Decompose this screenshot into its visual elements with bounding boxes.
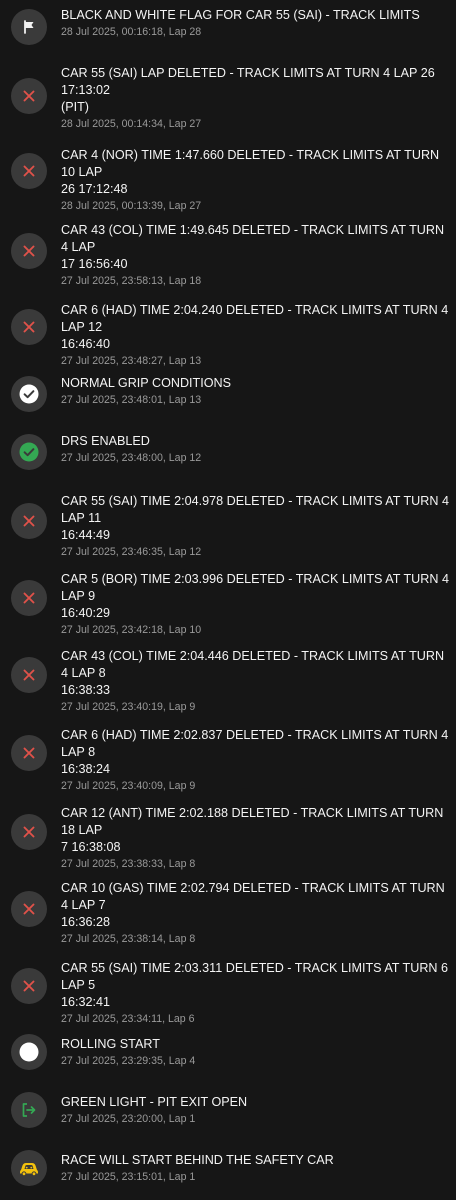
feed-item-timestamp: 27 Jul 2025, 23:46:35, Lap 12: [61, 546, 202, 558]
feed-item-message: CAR 55 (SAI) TIME 2:04.978 DELETED - TRA…: [61, 494, 449, 542]
feed-item-timestamp: 27 Jul 2025, 23:42:18, Lap 10: [61, 624, 202, 636]
x-icon: [11, 580, 47, 616]
race-control-feed: BLACK AND WHITE FLAG FOR CAR 55 (SAI) - …: [0, 0, 456, 1200]
feed-item-message: RACE WILL START BEHIND THE SAFETY CAR: [61, 1153, 334, 1167]
x-icon: [11, 503, 47, 539]
check-circle-icon: [11, 376, 47, 412]
feed-item-text: DRS ENABLED 27 Jul 2025, 23:48:00, Lap 12: [61, 433, 453, 465]
x-icon: [11, 735, 47, 771]
x-icon: [11, 814, 47, 850]
feed-item-timestamp: 27 Jul 2025, 23:38:33, Lap 8: [61, 858, 196, 870]
circle-icon: [11, 1034, 47, 1070]
feed-item-message: CAR 4 (NOR) TIME 1:47.660 DELETED - TRAC…: [61, 148, 440, 196]
feed-item-message: CAR 43 (COL) TIME 1:49.645 DELETED - TRA…: [61, 223, 445, 271]
feed-item-text: ROLLING START 27 Jul 2025, 23:29:35, Lap …: [61, 1036, 453, 1068]
feed-item-message: BLACK AND WHITE FLAG FOR CAR 55 (SAI) - …: [61, 8, 420, 22]
x-icon: [11, 233, 47, 269]
check-circle-green-icon: [11, 434, 47, 470]
feed-item-timestamp: 27 Jul 2025, 23:48:01, Lap 13: [61, 394, 202, 406]
feed-item-message: CAR 55 (SAI) TIME 2:03.311 DELETED - TRA…: [61, 961, 449, 1009]
feed-item-text: CAR 55 (SAI) LAP DELETED - TRACK LIMITS …: [61, 65, 453, 131]
feed-item-timestamp: 27 Jul 2025, 23:38:14, Lap 8: [61, 933, 196, 945]
feed-item-message: CAR 43 (COL) TIME 2:04.446 DELETED - TRA…: [61, 649, 445, 697]
feed-item-text: CAR 43 (COL) TIME 2:04.446 DELETED - TRA…: [61, 648, 453, 714]
flag-icon: [11, 9, 47, 45]
feed-item-message: NORMAL GRIP CONDITIONS: [61, 376, 232, 390]
feed-item-text: CAR 55 (SAI) TIME 2:04.978 DELETED - TRA…: [61, 493, 453, 559]
feed-item-text: CAR 5 (BOR) TIME 2:03.996 DELETED - TRAC…: [61, 571, 453, 637]
feed-item-timestamp: 27 Jul 2025, 23:48:27, Lap 13: [61, 355, 202, 367]
feed-item-text: CAR 55 (SAI) TIME 2:03.311 DELETED - TRA…: [61, 960, 453, 1026]
feed-item-message: DRS ENABLED: [61, 434, 150, 448]
feed-item-timestamp: 28 Jul 2025, 00:14:34, Lap 27: [61, 118, 202, 130]
feed-item-text: NORMAL GRIP CONDITIONS 27 Jul 2025, 23:48…: [61, 375, 453, 407]
feed-item-timestamp: 27 Jul 2025, 23:15:01, Lap 1: [61, 1171, 196, 1183]
feed-item-timestamp: 27 Jul 2025, 23:48:00, Lap 12: [61, 452, 202, 464]
feed-item-timestamp: 28 Jul 2025, 00:13:39, Lap 27: [61, 200, 202, 212]
x-icon: [11, 78, 47, 114]
feed-item-text: CAR 43 (COL) TIME 1:49.645 DELETED - TRA…: [61, 222, 453, 288]
feed-item-text: RACE WILL START BEHIND THE SAFETY CAR 27 …: [61, 1152, 453, 1184]
feed-item-timestamp: 27 Jul 2025, 23:40:09, Lap 9: [61, 780, 196, 792]
x-icon: [11, 657, 47, 693]
feed-item-message: CAR 6 (HAD) TIME 2:04.240 DELETED - TRAC…: [61, 303, 449, 351]
pit-exit-icon: [11, 1092, 47, 1128]
feed-item-message: CAR 6 (HAD) TIME 2:02.837 DELETED - TRAC…: [61, 728, 449, 776]
feed-item-message: CAR 12 (ANT) TIME 2:02.188 DELETED - TRA…: [61, 806, 444, 854]
feed-item-timestamp: 27 Jul 2025, 23:34:11, Lap 6: [61, 1013, 195, 1025]
feed-item-message: CAR 5 (BOR) TIME 2:03.996 DELETED - TRAC…: [61, 572, 449, 620]
x-icon: [11, 153, 47, 189]
feed-item-text: GREEN LIGHT - PIT EXIT OPEN 27 Jul 2025, …: [61, 1094, 453, 1126]
feed-item-timestamp: 27 Jul 2025, 23:20:00, Lap 1: [61, 1113, 196, 1125]
feed-item-message: ROLLING START: [61, 1037, 160, 1051]
feed-item-text: CAR 6 (HAD) TIME 2:04.240 DELETED - TRAC…: [61, 302, 453, 368]
safety-car-icon: [11, 1150, 47, 1186]
feed-item-message: CAR 10 (GAS) TIME 2:02.794 DELETED - TRA…: [61, 881, 445, 929]
feed-item-timestamp: 27 Jul 2025, 23:29:35, Lap 4: [61, 1055, 196, 1067]
feed-item-text: BLACK AND WHITE FLAG FOR CAR 55 (SAI) - …: [61, 7, 453, 39]
x-icon: [11, 309, 47, 345]
feed-item-text: CAR 6 (HAD) TIME 2:02.837 DELETED - TRAC…: [61, 727, 453, 793]
feed-item-timestamp: 27 Jul 2025, 23:58:13, Lap 18: [61, 275, 202, 287]
feed-item-timestamp: 27 Jul 2025, 23:40:19, Lap 9: [61, 701, 196, 713]
feed-item-text: CAR 4 (NOR) TIME 1:47.660 DELETED - TRAC…: [61, 147, 453, 213]
x-icon: [11, 891, 47, 927]
feed-item-message: CAR 55 (SAI) LAP DELETED - TRACK LIMITS …: [61, 66, 435, 114]
feed-item-message: GREEN LIGHT - PIT EXIT OPEN: [61, 1095, 248, 1109]
x-icon: [11, 968, 47, 1004]
feed-item-text: CAR 10 (GAS) TIME 2:02.794 DELETED - TRA…: [61, 880, 453, 946]
feed-item-timestamp: 28 Jul 2025, 00:16:18, Lap 28: [61, 26, 202, 38]
feed-item-text: CAR 12 (ANT) TIME 2:02.188 DELETED - TRA…: [61, 805, 453, 871]
